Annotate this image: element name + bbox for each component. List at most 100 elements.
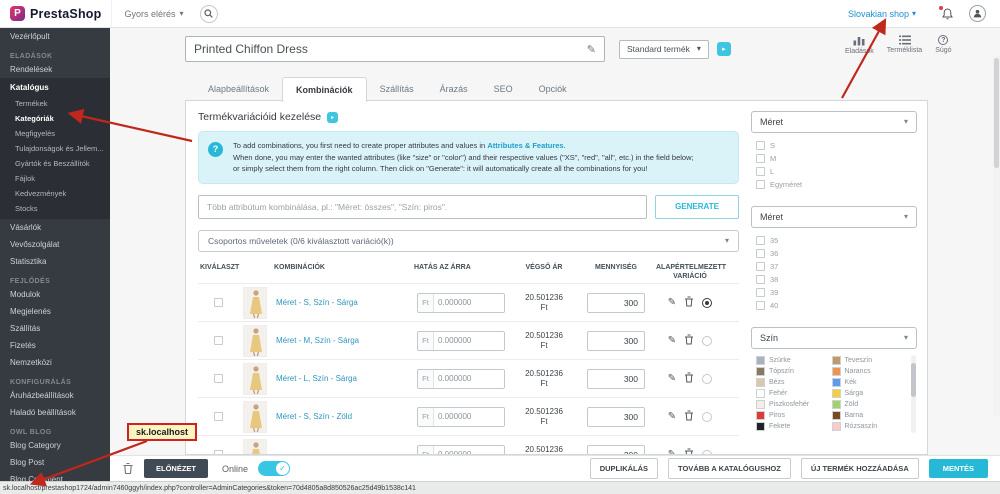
notifications-button[interactable]: [939, 5, 953, 20]
attribute-option[interactable]: M: [756, 152, 915, 165]
sidebar-item-blog-comment[interactable]: Blog Comment: [0, 471, 110, 481]
sidebar-item-customers[interactable]: Vásárlók: [0, 219, 110, 236]
price-impact-input[interactable]: [434, 293, 504, 312]
quantity-input[interactable]: [587, 330, 645, 351]
attribute-option[interactable]: 40: [756, 299, 915, 312]
option-checkbox[interactable]: [756, 154, 765, 163]
sidebar-item-categories[interactable]: Kategóriák: [0, 111, 110, 126]
sidebar-item-products[interactable]: Termékek: [0, 96, 110, 111]
duplicate-button[interactable]: DUPLIKÁLÁS: [589, 458, 659, 479]
color-option[interactable]: Tópszín: [756, 367, 830, 376]
product-type-info-icon[interactable]: ▸: [716, 42, 731, 56]
scrollbar-thumb[interactable]: [994, 58, 999, 168]
price-impact-field[interactable]: Ft: [417, 368, 505, 389]
attribute-group-color[interactable]: Szín ▾: [751, 327, 917, 349]
color-option[interactable]: Kék: [831, 378, 906, 387]
prestashop-logo[interactable]: P PrestaShop: [0, 0, 111, 27]
product-list-button[interactable]: Terméklista: [887, 35, 922, 55]
preview-button[interactable]: ELŐNÉZET: [144, 459, 209, 478]
sidebar-item-dashboard[interactable]: Vezérlőpult: [0, 28, 110, 45]
combination-link[interactable]: Méret - S, Szín - Zöld: [276, 412, 352, 421]
default-variant-radio[interactable]: [702, 373, 713, 384]
sidebar-item-monitoring[interactable]: Megfigyelés: [0, 126, 110, 141]
color-option[interactable]: Bézs: [756, 378, 830, 387]
option-checkbox[interactable]: [756, 288, 765, 297]
option-checkbox[interactable]: [756, 167, 765, 176]
user-menu[interactable]: [969, 5, 986, 22]
edit-name-icon[interactable]: ✎: [587, 43, 596, 56]
option-checkbox[interactable]: [756, 141, 765, 150]
attributes-features-link[interactable]: Attributes & Features: [487, 141, 563, 150]
option-checkbox[interactable]: [756, 180, 765, 189]
bulk-actions-toggle[interactable]: Csoportos műveletek (0/6 kiválasztott va…: [198, 229, 739, 252]
combination-link[interactable]: Méret - S, Szín - Sárga: [276, 298, 358, 307]
sidebar-item-blog-category[interactable]: Blog Category: [0, 437, 110, 454]
scrollbar-thumb[interactable]: [911, 363, 916, 397]
search-button[interactable]: [199, 4, 218, 23]
row-select-checkbox[interactable]: [213, 336, 223, 346]
row-select-checkbox[interactable]: [213, 374, 223, 384]
attribute-option[interactable]: 39: [756, 286, 915, 299]
delete-combination-button[interactable]: [684, 448, 694, 454]
sidebar-item-design[interactable]: Megjelenés: [0, 303, 110, 320]
tab-combinations[interactable]: Kombinációk: [282, 77, 367, 102]
sidebar-item-attributes-features[interactable]: Tulajdonságok és Jellem...: [0, 141, 110, 156]
attribute-option[interactable]: Egyméret: [756, 178, 915, 191]
option-checkbox[interactable]: [756, 236, 765, 245]
color-option[interactable]: Teveszín: [831, 356, 906, 365]
sidebar-item-stocks[interactable]: Stocks: [0, 201, 110, 216]
edit-combination-button[interactable]: ✎: [668, 411, 676, 422]
quantity-input[interactable]: [587, 406, 645, 427]
row-select-checkbox[interactable]: [213, 298, 223, 308]
quantity-input[interactable]: [587, 292, 645, 313]
attribute-option[interactable]: 35: [756, 234, 915, 247]
color-option[interactable]: Fehér: [756, 389, 830, 398]
attribute-option[interactable]: 36: [756, 247, 915, 260]
tab-seo[interactable]: SEO: [481, 77, 526, 101]
sidebar-item-payment[interactable]: Fizetés: [0, 337, 110, 354]
price-impact-field[interactable]: Ft: [417, 330, 505, 351]
generate-button[interactable]: GENERATE: [655, 194, 739, 219]
color-option[interactable]: Narancs: [831, 367, 906, 376]
color-option[interactable]: Zöld: [831, 400, 906, 409]
color-option[interactable]: Piros: [756, 411, 830, 420]
color-option[interactable]: Rózsaszín: [831, 422, 906, 431]
tab-basic-settings[interactable]: Alapbeállítások: [195, 77, 282, 101]
price-impact-input[interactable]: [434, 331, 504, 350]
delete-product-button[interactable]: [122, 462, 134, 475]
sidebar-item-advanced-parameters[interactable]: Haladó beállítások: [0, 404, 110, 421]
sidebar-item-shop-parameters[interactable]: Áruházbeállítások: [0, 387, 110, 404]
color-option[interactable]: Piszkosfehér: [756, 400, 830, 409]
attribute-option[interactable]: 37: [756, 260, 915, 273]
sidebar-item-stats[interactable]: Statisztika: [0, 253, 110, 270]
attribute-option[interactable]: L: [756, 165, 915, 178]
option-checkbox[interactable]: [756, 262, 765, 271]
delete-combination-button[interactable]: [684, 372, 694, 386]
attribute-option[interactable]: 38: [756, 273, 915, 286]
sidebar-item-shipping[interactable]: Szállítás: [0, 320, 110, 337]
combination-attributes-input[interactable]: [198, 194, 647, 219]
combination-link[interactable]: Méret - M, Szín - Sárga: [276, 336, 359, 345]
color-option[interactable]: Sárga: [831, 389, 906, 398]
attribute-group-shoe-size[interactable]: Méret ▾: [751, 206, 917, 228]
option-checkbox[interactable]: [756, 249, 765, 258]
sidebar-item-files[interactable]: Fájlok: [0, 171, 110, 186]
default-variant-radio[interactable]: [702, 335, 713, 346]
sidebar-item-blog-post[interactable]: Blog Post: [0, 454, 110, 471]
sidebar-item-customer-service[interactable]: Vevőszolgálat: [0, 236, 110, 253]
color-option[interactable]: Fekete: [756, 422, 830, 431]
sidebar-item-discounts[interactable]: Kedvezmények: [0, 186, 110, 201]
edit-combination-button[interactable]: ✎: [668, 335, 676, 346]
save-button[interactable]: MENTÉS: [928, 459, 988, 478]
attribute-group-size[interactable]: Méret ▾: [751, 111, 917, 133]
sidebar-item-catalog[interactable]: Katalógus: [0, 79, 110, 96]
product-name-field[interactable]: ✎: [185, 36, 605, 62]
price-impact-field[interactable]: Ft: [417, 406, 505, 427]
default-variant-radio[interactable]: [702, 297, 713, 308]
price-impact-field[interactable]: Ft: [417, 444, 505, 454]
option-checkbox[interactable]: [756, 301, 765, 310]
sidebar-item-orders[interactable]: Rendelések: [0, 61, 110, 78]
sidebar-item-brands-suppliers[interactable]: Gyártók és Beszállítók: [0, 156, 110, 171]
option-checkbox[interactable]: [756, 275, 765, 284]
add-new-product-button[interactable]: ÚJ TERMÉK HOZZÁADÁSA: [800, 458, 919, 479]
